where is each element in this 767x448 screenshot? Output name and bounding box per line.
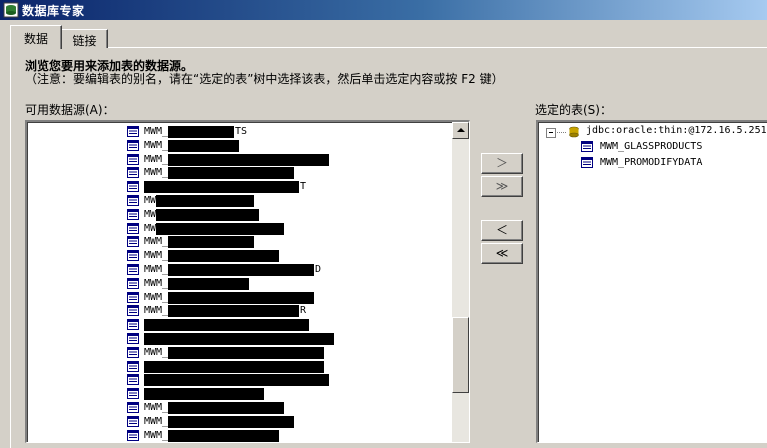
available-sources-list[interactable]: MWM_ TS MWM_ MWM_ MWM_ T MW MW MW MWM_ MWM_ MWM_ D MW…: [25, 120, 470, 443]
tab-data-label: 数据: [23, 32, 48, 46]
selected-tables-label: 选定的表(S)：: [535, 103, 612, 117]
redaction-bar: [168, 264, 314, 276]
source-table-label-tail: TS: [235, 126, 248, 137]
scroll-up-arrow-icon: [457, 128, 465, 132]
source-table-label: MWM_: [144, 153, 169, 165]
tab-links[interactable]: 链接: [61, 29, 108, 48]
instructions-body: （注意：要编辑表的别名，请在“选定的表”树中选择该表，然后单击选定内容或按 F2…: [25, 72, 504, 86]
redaction-bar: [168, 402, 284, 414]
source-table-label: MWM_: [144, 415, 169, 427]
source-table-label: MWM_: [144, 442, 168, 443]
redaction-bar: [144, 181, 299, 194]
redaction-bar: [168, 153, 329, 166]
table-icon: [127, 126, 139, 137]
source-table-label: MWM_: [144, 402, 169, 413]
table-icon: [127, 346, 139, 358]
redaction-bar: [168, 250, 279, 263]
table-icon: [127, 277, 139, 289]
source-table-label: MW: [144, 208, 157, 220]
source-table-label-tail: D: [315, 264, 322, 275]
redaction-bar: [168, 415, 294, 428]
source-table-label: MWM_: [144, 139, 169, 151]
source-table-label: MWM_: [144, 305, 169, 317]
title-bar: 数据库专家: [0, 0, 767, 20]
redaction-bar: [168, 167, 294, 180]
table-icon: [127, 222, 139, 234]
redaction-bar: [156, 222, 284, 235]
source-table-label: MWM_: [144, 346, 169, 358]
table-icon: [127, 333, 139, 344]
redaction-bar: [168, 236, 254, 249]
database-expert-icon: [3, 2, 19, 18]
redaction-bar: [168, 429, 279, 442]
add-table-button[interactable]: ＞: [481, 153, 523, 174]
table-icon: [127, 429, 139, 441]
table-icon: [127, 291, 139, 303]
remove-table-button[interactable]: ＜: [481, 220, 523, 241]
tab-data[interactable]: 数据: [10, 25, 62, 49]
available-sources-label: 可用数据源(A)：: [25, 103, 115, 117]
table-icon: [127, 195, 139, 206]
table-icon: [127, 305, 139, 317]
table-icon: [127, 415, 139, 427]
source-table-label: MWM_: [144, 277, 169, 289]
redaction-bar: [168, 126, 234, 138]
selected-table-item[interactable]: MWM_GLASSPRODUCTS: [578, 140, 767, 155]
redaction-bar: [144, 319, 309, 332]
table-icon: [127, 319, 139, 331]
redaction-bar: [144, 333, 334, 345]
redaction-bar: [168, 139, 239, 152]
remove-all-tables-button[interactable]: ≪: [481, 243, 523, 264]
table-icon: [127, 402, 139, 413]
redaction-bar: [144, 360, 324, 373]
table-icon: [127, 360, 139, 372]
table-icon: [581, 141, 593, 152]
source-table-label: MWM_: [144, 250, 169, 262]
table-icon: [127, 153, 139, 165]
source-table-label: MWM_: [144, 236, 169, 248]
source-table-label: MW: [144, 195, 157, 206]
table-icon: [127, 181, 139, 193]
redaction-bar: [168, 291, 314, 304]
source-table-label: MWM_: [144, 291, 169, 303]
source-table-label: MWM_: [144, 429, 169, 441]
source-table-label: MWM_: [144, 167, 169, 179]
scroll-up-button[interactable]: [452, 122, 469, 139]
table-icon: [127, 250, 139, 262]
table-icon: [127, 208, 139, 220]
source-table-label-tail: T: [300, 181, 307, 193]
table-icon: [127, 236, 139, 248]
database-icon: [569, 126, 579, 138]
selected-tables-tree[interactable]: jdbc:oracle:thin:@172.16.5.251 MWM_GLASS…: [536, 120, 767, 443]
table-icon: [127, 388, 139, 400]
source-table-label: MW: [144, 222, 157, 234]
selected-table-label: MWM_GLASSPRODUCTS: [600, 141, 703, 152]
table-icon: [581, 157, 593, 168]
redaction-bar: [156, 195, 254, 207]
source-table-label: MWM_: [144, 126, 169, 137]
selected-table-item[interactable]: MWM_PROMODIFYDATA: [578, 156, 767, 171]
source-table-label: MWM_: [144, 264, 169, 275]
source-table-label-tail: R: [300, 305, 307, 317]
connection-node[interactable]: jdbc:oracle:thin:@172.16.5.251: [538, 124, 767, 139]
redaction-bar: [168, 305, 299, 318]
window-title: 数据库专家: [22, 4, 85, 18]
redaction-bar: [144, 374, 329, 387]
vertical-scrollbar[interactable]: [452, 122, 469, 442]
redaction-bar: [144, 388, 264, 401]
connection-label: jdbc:oracle:thin:@172.16.5.251: [586, 125, 767, 136]
tree-connector: [557, 132, 566, 133]
redaction-bar: [168, 346, 324, 359]
redaction-bar: [168, 277, 249, 290]
scroll-thumb[interactable]: [452, 317, 469, 393]
tab-links-label: 链接: [72, 34, 97, 48]
table-icon: [127, 264, 139, 275]
table-icon: [127, 374, 139, 386]
redaction-bar: [156, 208, 259, 221]
collapse-icon[interactable]: [546, 128, 556, 138]
table-icon: [127, 167, 139, 179]
selected-table-label: MWM_PROMODIFYDATA: [600, 157, 703, 168]
add-all-tables-button[interactable]: ≫: [481, 176, 523, 197]
table-icon: [127, 139, 139, 151]
